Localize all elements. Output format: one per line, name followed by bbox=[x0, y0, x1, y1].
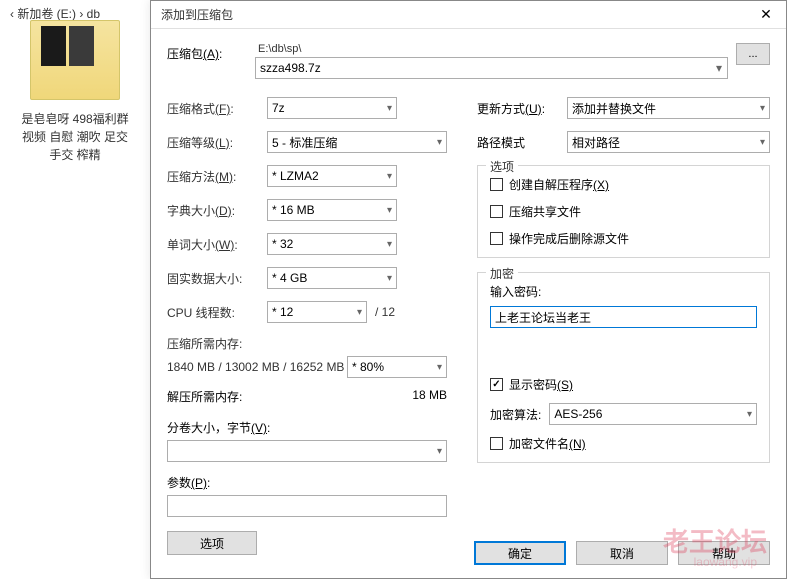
encrypt-names-checkbox[interactable] bbox=[490, 437, 503, 450]
shared-checkbox[interactable] bbox=[490, 205, 503, 218]
solid-combo[interactable]: * 4 GB▾ bbox=[267, 267, 397, 289]
solid-label: 固实数据大小: bbox=[167, 270, 267, 287]
split-combo[interactable]: ▾ bbox=[167, 440, 447, 462]
archive-path: E:\db\sp\ bbox=[255, 43, 728, 55]
close-button[interactable]: ✕ bbox=[746, 1, 786, 29]
dialog-footer: 确定 取消 帮助 bbox=[151, 528, 786, 578]
compress-mem-label: 压缩所需内存: bbox=[167, 335, 447, 352]
chevron-down-icon: ▾ bbox=[437, 446, 442, 457]
decomp-mem-label: 解压所需内存: bbox=[167, 388, 242, 405]
chevron-down-icon: ▾ bbox=[760, 103, 765, 114]
compress-pct-combo[interactable]: * 80%▾ bbox=[347, 356, 447, 378]
path-combo[interactable]: 相对路径▾ bbox=[567, 131, 770, 153]
shared-label: 压缩共享文件 bbox=[509, 203, 581, 220]
cancel-button[interactable]: 取消 bbox=[576, 541, 668, 565]
show-password-label: 显示密码(S) bbox=[509, 376, 573, 393]
show-password-checkbox[interactable] bbox=[490, 378, 503, 391]
browse-button[interactable]: ... bbox=[736, 43, 770, 65]
split-label: 分卷大小，字节(V): bbox=[167, 419, 447, 436]
chevron-down-icon: ▾ bbox=[387, 205, 392, 216]
encrypt-names-label: 加密文件名(N) bbox=[509, 435, 586, 452]
decomp-mem-value: 18 MB bbox=[412, 388, 447, 405]
chevron-down-icon: ▾ bbox=[357, 307, 362, 318]
algo-combo[interactable]: AES-256▾ bbox=[549, 403, 757, 425]
cpu-total: / 12 bbox=[375, 305, 395, 319]
params-label: 参数(P): bbox=[167, 474, 447, 491]
chevron-down-icon: ▾ bbox=[387, 103, 392, 114]
chevron-down-icon: ▾ bbox=[747, 409, 752, 420]
password-input[interactable] bbox=[490, 306, 757, 328]
delete-checkbox[interactable] bbox=[490, 232, 503, 245]
dict-combo[interactable]: * 16 MB▾ bbox=[267, 199, 397, 221]
dict-label: 字典大小(D): bbox=[167, 202, 267, 219]
update-label: 更新方式(U): bbox=[477, 100, 567, 117]
ok-button[interactable]: 确定 bbox=[474, 541, 566, 565]
folder-item[interactable]: 是皂皂呀 498福利群视频 自慰 潮吹 足交 手交 榨精 bbox=[15, 20, 135, 166]
help-button[interactable]: 帮助 bbox=[678, 541, 770, 565]
archive-label: 压缩包(A): bbox=[167, 47, 222, 61]
cpu-combo[interactable]: * 12▾ bbox=[267, 301, 367, 323]
chevron-down-icon: ▾ bbox=[387, 171, 392, 182]
path-label: 路径模式 bbox=[477, 134, 567, 151]
delete-label: 操作完成后删除源文件 bbox=[509, 230, 629, 247]
add-to-archive-dialog: 添加到压缩包 ✕ 压缩包(A): E:\db\sp\ ▾ ... 压缩格式(F) bbox=[150, 0, 787, 579]
chevron-down-icon[interactable]: ▾ bbox=[711, 58, 727, 78]
level-combo[interactable]: 5 - 标准压缩▾ bbox=[267, 131, 447, 153]
params-input[interactable] bbox=[167, 495, 447, 517]
word-combo[interactable]: * 32▾ bbox=[267, 233, 397, 255]
dialog-titlebar: 添加到压缩包 ✕ bbox=[151, 1, 786, 29]
compress-mem-value: 1840 MB / 13002 MB / 16252 MB bbox=[167, 360, 344, 374]
options-legend: 选项 bbox=[486, 158, 518, 175]
encrypt-legend: 加密 bbox=[486, 265, 518, 282]
format-label: 压缩格式(F): bbox=[167, 100, 267, 117]
sfx-label: 创建自解压程序(X) bbox=[509, 176, 609, 193]
chevron-down-icon: ▾ bbox=[437, 137, 442, 148]
chevron-down-icon: ▾ bbox=[387, 239, 392, 250]
encrypt-fieldset: 加密 输入密码: 显示密码(S) 加密算法: AES-256▾ bbox=[477, 272, 770, 463]
folder-name: 是皂皂呀 498福利群视频 自慰 潮吹 足交 手交 榨精 bbox=[15, 108, 135, 166]
archive-name-input[interactable] bbox=[255, 57, 728, 79]
format-combo[interactable]: 7z▾ bbox=[267, 97, 397, 119]
chevron-down-icon: ▾ bbox=[760, 137, 765, 148]
method-label: 压缩方法(M): bbox=[167, 168, 267, 185]
method-combo[interactable]: * LZMA2▾ bbox=[267, 165, 397, 187]
dialog-title: 添加到压缩包 bbox=[161, 6, 233, 23]
cpu-label: CPU 线程数: bbox=[167, 304, 267, 321]
chevron-down-icon: ▾ bbox=[387, 273, 392, 284]
password-label: 输入密码: bbox=[490, 283, 757, 300]
folder-icon bbox=[30, 20, 120, 100]
sfx-checkbox[interactable] bbox=[490, 178, 503, 191]
update-combo[interactable]: 添加并替换文件▾ bbox=[567, 97, 770, 119]
algo-label: 加密算法: bbox=[490, 406, 541, 423]
level-label: 压缩等级(L): bbox=[167, 134, 267, 151]
chevron-down-icon: ▾ bbox=[437, 362, 442, 373]
word-label: 单词大小(W): bbox=[167, 236, 267, 253]
options-fieldset: 选项 创建自解压程序(X) 压缩共享文件 操作完成后删除源文件 bbox=[477, 165, 770, 258]
